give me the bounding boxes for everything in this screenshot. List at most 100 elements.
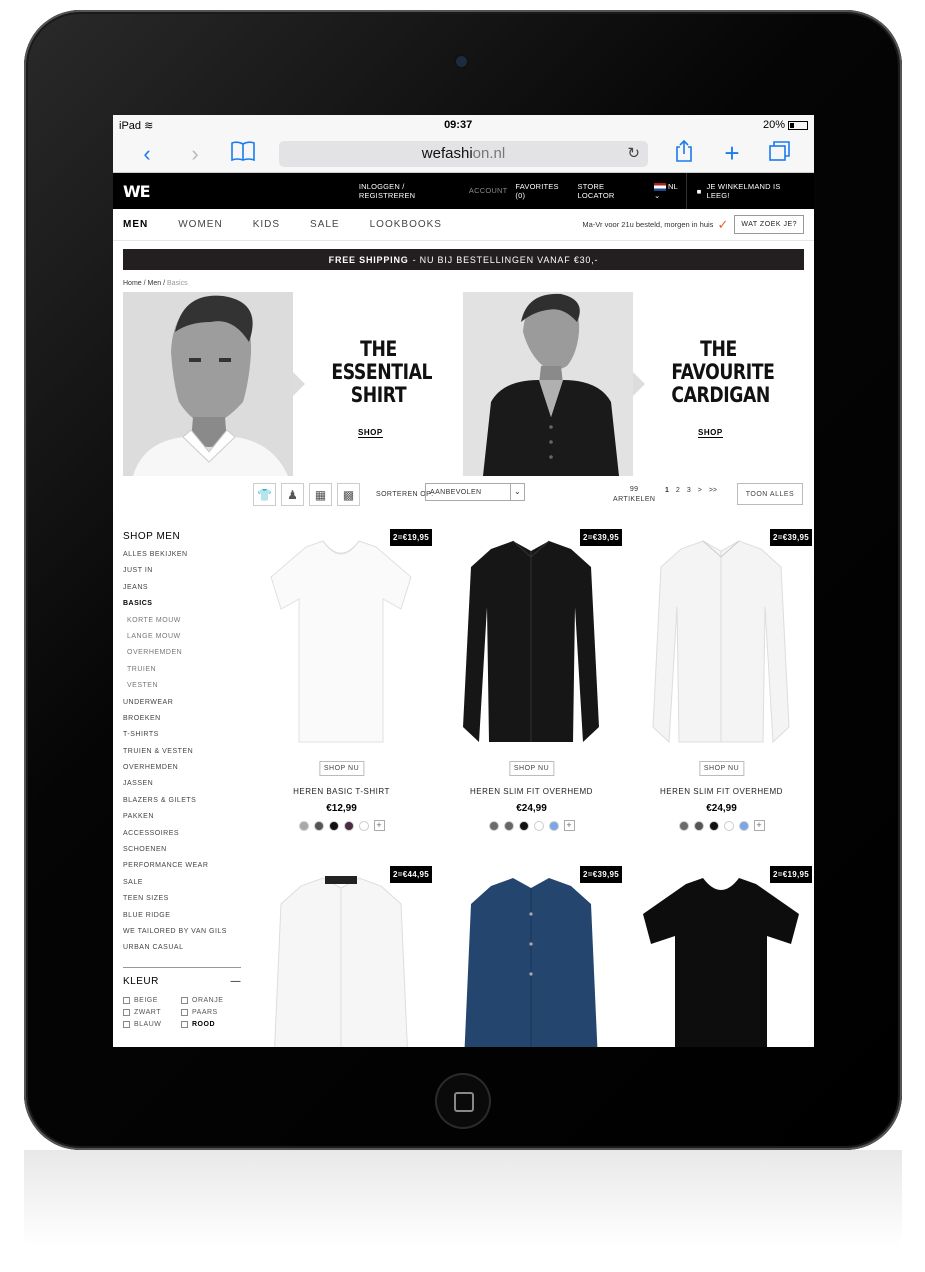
sidebar-item-alles-bekijken[interactable]: ALLES BEKIJKEN (123, 551, 241, 567)
tab-men[interactable]: MEN (123, 219, 148, 230)
swatch[interactable] (533, 820, 544, 831)
checkbox[interactable] (123, 1020, 130, 1028)
sidebar-item-korte-mouw[interactable]: KORTE MOUW (123, 617, 241, 633)
sidebar-item-broeken[interactable]: BROEKEN (123, 715, 241, 731)
account-link[interactable]: ACCOUNT (469, 186, 507, 195)
shop-now-button[interactable]: SHOP NU (698, 761, 745, 776)
page-2[interactable]: 2 (676, 487, 680, 494)
view-model-icon[interactable]: ♟ (281, 483, 304, 506)
shop-now-button[interactable]: SHOP NU (318, 761, 365, 776)
sidebar-item-blue-ridge[interactable]: BLUE RIDGE (123, 912, 241, 928)
sidebar-item-overhemden-basics[interactable]: OVERHEMDEN (123, 649, 241, 665)
product-name[interactable]: HEREN SLIM FIT OVERHEMD (631, 787, 812, 796)
checkbox[interactable] (123, 1008, 130, 1016)
product-image-tshirt-black[interactable] (641, 874, 801, 1047)
page-next[interactable]: > (698, 487, 702, 494)
store-locator-link[interactable]: STORE LOCATOR (578, 182, 642, 200)
grid-4-icon[interactable]: ▩ (337, 483, 360, 506)
checkbox[interactable] (181, 1008, 188, 1016)
checkbox[interactable] (181, 1020, 188, 1028)
product-image-shirt-black[interactable] (451, 537, 611, 747)
swatch[interactable] (503, 820, 514, 831)
sidebar-item-jeans[interactable]: JEANS (123, 584, 241, 600)
product-image-shirt-navy[interactable] (451, 874, 611, 1047)
banner-essential-shirt[interactable]: THE ESSENTIAL SHIRT SHOP (123, 292, 463, 476)
product-card[interactable]: 2=€19,95 SHOP NU HEREN BASIC T-SHIRT €12… (251, 529, 432, 859)
checkbox[interactable] (181, 996, 188, 1004)
swatch[interactable] (518, 820, 529, 831)
favorites-link[interactable]: FAVORITES (0) (515, 182, 569, 200)
product-name[interactable]: HEREN BASIC T-SHIRT (251, 787, 432, 796)
sidebar-item-truien-vesten[interactable]: TRUIEN & VESTEN (123, 748, 241, 764)
language-selector[interactable]: NL ⌄ (653, 182, 686, 200)
tab-women[interactable]: WOMEN (178, 219, 222, 230)
sidebar-item-urban-casual[interactable]: URBAN CASUAL (123, 944, 241, 960)
new-tab-icon[interactable]: + (708, 138, 756, 169)
sidebar-item-performance-wear[interactable]: PERFORMANCE WEAR (123, 862, 241, 878)
home-button[interactable] (437, 1075, 489, 1127)
show-all-button[interactable]: TOON ALLES (737, 483, 803, 505)
product-card[interactable]: 2=€39,95 (441, 866, 622, 1047)
more-colors-icon[interactable]: + (373, 820, 385, 831)
product-name[interactable]: HEREN SLIM FIT OVERHEMD (441, 787, 622, 796)
tab-lookbooks[interactable]: LOOKBOOKS (370, 219, 442, 230)
swatch[interactable] (738, 820, 749, 831)
product-card[interactable]: 2=€19,95 (631, 866, 812, 1047)
sidebar-item-truien[interactable]: TRUIEN (123, 666, 241, 682)
sidebar-item-just-in[interactable]: JUST IN (123, 567, 241, 583)
we-logo[interactable]: WE (123, 182, 359, 201)
page-3[interactable]: 3 (687, 487, 691, 494)
tabs-icon[interactable] (756, 140, 804, 168)
product-card[interactable]: 2=€39,95 SHOP NU HEREN SLIM FIT OVERHEMD… (441, 529, 622, 859)
sidebar-item-jassen[interactable]: JASSEN (123, 780, 241, 796)
swatch[interactable] (313, 820, 324, 831)
bookmarks-icon[interactable] (219, 140, 267, 168)
more-colors-icon[interactable]: + (753, 820, 765, 831)
color-option-oranje[interactable]: ORANJE (181, 996, 239, 1004)
sort-select[interactable]: AANBEVOLEN ⌄ (425, 483, 525, 501)
sidebar-item-schoenen[interactable]: SCHOENEN (123, 846, 241, 862)
back-icon[interactable]: ‹ (123, 141, 171, 167)
tab-sale[interactable]: SALE (310, 219, 340, 230)
tab-kids[interactable]: KIDS (253, 219, 280, 230)
sidebar-item-teen-sizes[interactable]: TEEN SIZES (123, 895, 241, 911)
sidebar-item-underwear[interactable]: UNDERWEAR (123, 699, 241, 715)
product-card[interactable]: 2=€44,95 (251, 866, 432, 1047)
product-image-shirt-white[interactable] (641, 537, 801, 747)
login-link[interactable]: INLOGGEN / REGISTREREN (359, 182, 461, 200)
sidebar-item-sale[interactable]: SALE (123, 879, 241, 895)
swatch[interactable] (328, 820, 339, 831)
share-icon[interactable] (660, 139, 708, 169)
color-option-paars[interactable]: PAARS (181, 1008, 239, 1016)
swatch[interactable] (343, 820, 354, 831)
forward-icon[interactable]: › (171, 141, 219, 167)
cart-link[interactable]: ■ JE WINKELMAND IS LEEG! (685, 173, 804, 209)
banner-shop-link[interactable]: SHOP (358, 428, 383, 438)
color-option-rood[interactable]: ROOD (181, 1020, 239, 1028)
search-button[interactable]: WAT ZOEK JE? (734, 215, 804, 234)
checkbox[interactable] (123, 996, 130, 1004)
product-image-shirt-white-2[interactable] (261, 874, 421, 1047)
page-last[interactable]: >> (709, 487, 717, 494)
swatch[interactable] (298, 820, 309, 831)
breadcrumb-home[interactable]: Home (123, 280, 142, 287)
page-1[interactable]: 1 (665, 487, 669, 494)
swatch[interactable] (693, 820, 704, 831)
product-card[interactable]: 2=€39,95 SHOP NU HEREN SLIM FIT OVERHEMD… (631, 529, 812, 859)
more-colors-icon[interactable]: + (563, 820, 575, 831)
sidebar-item-we-tailored[interactable]: WE TAILORED BY VAN GILS (123, 928, 241, 944)
swatch[interactable] (708, 820, 719, 831)
breadcrumb-men[interactable]: Men (148, 280, 162, 287)
grid-3-icon[interactable]: ▦ (309, 483, 332, 506)
swatch[interactable] (723, 820, 734, 831)
swatch[interactable] (548, 820, 559, 831)
reload-icon[interactable]: ↻ (627, 144, 640, 162)
sidebar-item-vesten[interactable]: VESTEN (123, 682, 241, 698)
banner-favourite-cardigan[interactable]: THE FAVOURITE CARDIGAN SHOP (463, 292, 803, 476)
collapse-icon[interactable]: — (231, 976, 242, 987)
sidebar-item-pakken[interactable]: PAKKEN (123, 813, 241, 829)
color-option-beige[interactable]: BEIGE (123, 996, 181, 1004)
sidebar-item-blazers-gilets[interactable]: BLAZERS & GILETS (123, 797, 241, 813)
color-option-zwart[interactable]: ZWART (123, 1008, 181, 1016)
sidebar-item-t-shirts[interactable]: T-SHIRTS (123, 731, 241, 747)
